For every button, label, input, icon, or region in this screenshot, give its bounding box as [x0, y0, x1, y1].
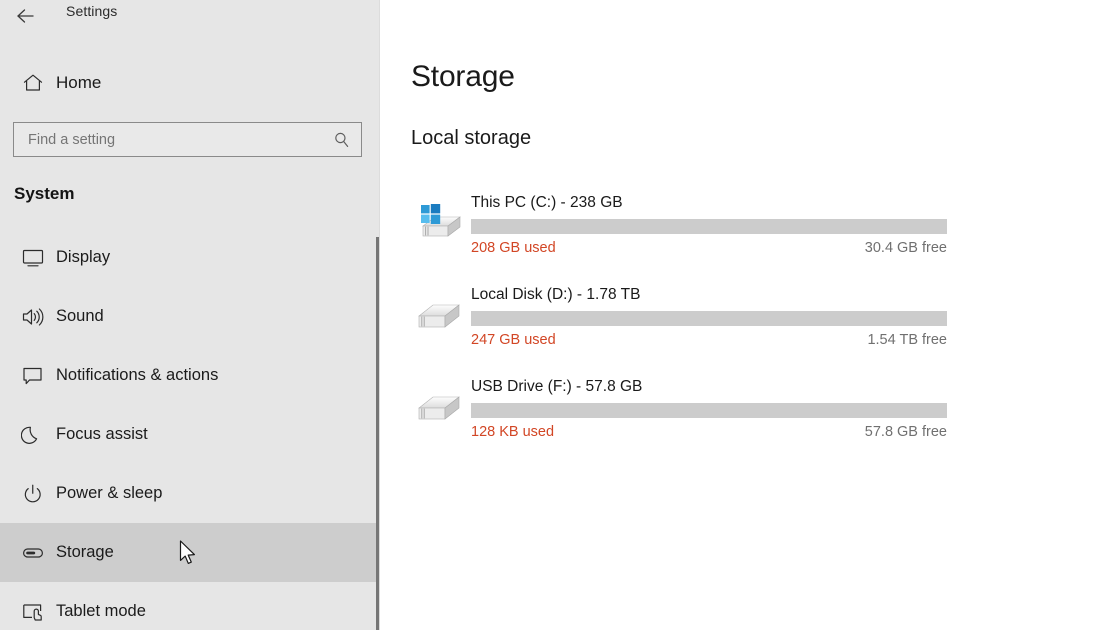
sidebar-item-label: Notifications & actions: [56, 366, 219, 384]
sidebar-item-display[interactable]: Display: [0, 228, 380, 287]
drive-usage-bar: [471, 219, 947, 234]
search-input[interactable]: [28, 123, 318, 156]
sidebar-item-label: Display: [56, 248, 111, 266]
drive-name: USB Drive (F:) - 57.8 GB: [471, 378, 643, 395]
back-button[interactable]: [10, 2, 42, 30]
sidebar-item-label: Power & sleep: [56, 484, 163, 502]
sidebar-item-tablet-mode[interactable]: Tablet mode: [0, 582, 380, 630]
back-arrow-icon: [17, 9, 34, 23]
drive-free-label: 30.4 GB free: [864, 240, 947, 256]
tablet-icon: [12, 601, 54, 623]
drive-icon: [411, 286, 467, 342]
drive-row[interactable]: USB Drive (F:) - 57.8 GB 128 KB used 57.…: [411, 370, 1091, 462]
local-storage-heading: Local storage: [411, 127, 532, 149]
monitor-icon: [12, 247, 54, 269]
sidebar-nav-list: Display Sound Notifications & actions Fo…: [0, 228, 380, 630]
speaker-icon: [12, 306, 54, 328]
page-title: Storage: [411, 60, 515, 93]
notification-icon: [12, 365, 54, 387]
search-box[interactable]: [13, 122, 362, 157]
drive-usage-bar: [471, 403, 947, 418]
app-title: Settings: [66, 3, 118, 19]
sidebar-item-label: Focus assist: [56, 425, 148, 443]
sidebar-item-label: Storage: [56, 543, 114, 561]
drive-icon: [12, 542, 54, 564]
windows-drive-icon: [411, 194, 467, 250]
sidebar-section-header: System: [14, 184, 75, 203]
sidebar-item-label: Tablet mode: [56, 602, 146, 620]
sidebar-item-label: Sound: [56, 307, 104, 325]
sidebar-item-home[interactable]: Home: [0, 64, 380, 102]
sidebar-item-sound[interactable]: Sound: [0, 287, 380, 346]
home-icon: [12, 73, 54, 93]
home-label: Home: [56, 73, 102, 92]
sidebar-item-storage[interactable]: Storage: [0, 523, 380, 582]
drive-usage-bar: [471, 311, 947, 326]
power-icon: [12, 483, 54, 505]
storage-content-pane: Storage Local storage This PC (C:) - 238…: [380, 0, 1120, 630]
sidebar-item-power-sleep[interactable]: Power & sleep: [0, 464, 380, 523]
drive-row[interactable]: This PC (C:) - 238 GB 208 GB used 30.4 G…: [411, 186, 1091, 278]
drive-name: This PC (C:) - 238 GB: [471, 194, 623, 211]
sidebar-titlebar: Settings: [0, 0, 380, 32]
search-icon: [333, 123, 351, 156]
drive-free-label: 1.54 TB free: [867, 332, 947, 348]
drive-free-label: 57.8 GB free: [864, 424, 947, 440]
drive-row[interactable]: Local Disk (D:) - 1.78 TB 247 GB used 1.…: [411, 278, 1091, 370]
drive-name: Local Disk (D:) - 1.78 TB: [471, 286, 641, 303]
sidebar-item-focus-assist[interactable]: Focus assist: [0, 405, 380, 464]
sidebar-item-notifications[interactable]: Notifications & actions: [0, 346, 380, 405]
drive-list: This PC (C:) - 238 GB 208 GB used 30.4 G…: [411, 186, 1091, 462]
drive-icon: [411, 378, 467, 434]
settings-sidebar: Settings Home System: [0, 0, 380, 630]
moon-icon: [12, 424, 54, 446]
